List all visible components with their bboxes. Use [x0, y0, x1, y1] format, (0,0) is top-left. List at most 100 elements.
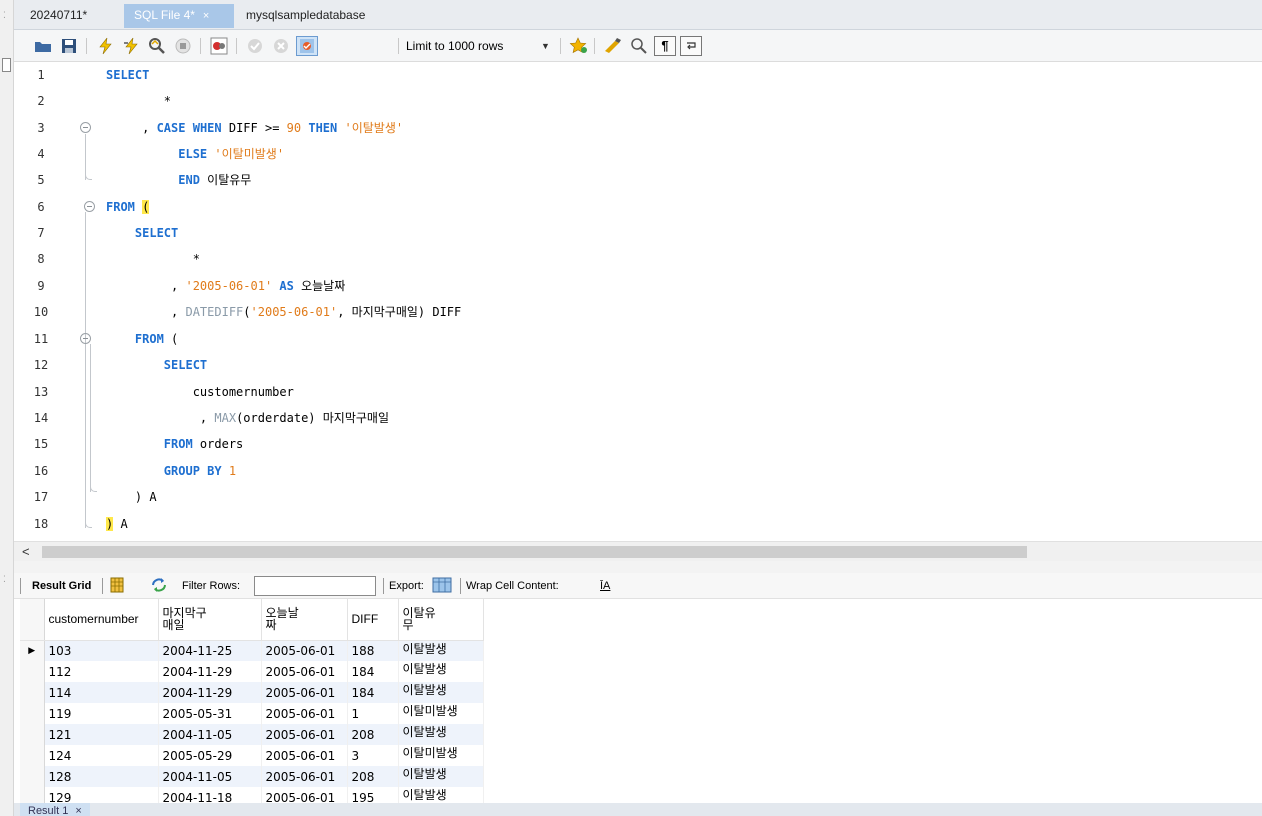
table-row[interactable]: 128 2004-11-05 2005-06-01 208 이탈발생 — [20, 766, 484, 787]
rollback-icon[interactable] — [270, 36, 292, 56]
table-cell[interactable]: 이탈발생 — [398, 640, 484, 661]
table-row[interactable]: 124 2005-05-29 2005-06-01 3 이탈미발생 — [20, 745, 484, 766]
table-row[interactable]: 121 2004-11-05 2005-06-01 208 이탈발생 — [20, 724, 484, 745]
table-cell[interactable]: 112 — [44, 661, 159, 682]
table-cell[interactable]: 2004-11-29 — [158, 682, 262, 703]
table-cell[interactable]: 114 — [44, 682, 159, 703]
table-cell[interactable]: 이탈미발생 — [398, 745, 484, 766]
wrap-cell-icon[interactable]: ĪA — [600, 579, 610, 593]
execute-icon[interactable] — [94, 36, 116, 56]
fold-toggle-icon[interactable] — [80, 122, 91, 133]
tab-result-1[interactable]: Result 1 × — [20, 803, 90, 816]
table-cell[interactable]: 2004-11-25 — [158, 640, 262, 661]
table-cell[interactable]: 2005-06-01 — [261, 724, 348, 745]
current-row-icon: ▶ — [20, 640, 45, 661]
invisible-chars-icon[interactable]: ¶ — [654, 36, 676, 56]
table-row[interactable]: 112 2004-11-29 2005-06-01 184 이탈발생 — [20, 661, 484, 682]
table-cell[interactable]: 119 — [44, 703, 159, 724]
pane-splitter[interactable] — [14, 561, 1262, 573]
commit-icon[interactable] — [244, 36, 266, 56]
table-cell[interactable]: 208 — [347, 766, 399, 787]
table-row[interactable]: ▶ 103 2004-11-25 2005-06-01 188 이탈발생 — [20, 640, 484, 661]
table-cell[interactable]: 2005-06-01 — [261, 640, 348, 661]
scrollbar-thumb[interactable] — [42, 546, 1027, 558]
line-number: 11 — [33, 332, 49, 346]
limit-rows-select[interactable]: Limit to 1000 rows — [406, 36, 503, 56]
tab-20240711[interactable]: 20240711* — [20, 4, 97, 28]
column-header[interactable]: 마지막구 매일 — [158, 599, 262, 641]
table-row[interactable]: 119 2005-05-31 2005-06-01 1 이탈미발생 — [20, 703, 484, 724]
table-cell[interactable]: 2004-11-29 — [158, 661, 262, 682]
table-cell[interactable]: 이탈미발생 — [398, 703, 484, 724]
open-folder-icon[interactable] — [32, 36, 54, 56]
table-cell[interactable]: 2005-05-31 — [158, 703, 262, 724]
table-cell[interactable]: 이탈발생 — [398, 766, 484, 787]
code-line: 7 SELECT — [14, 220, 1214, 246]
bookmark-star-icon[interactable] — [568, 36, 590, 56]
table-cell[interactable]: 128 — [44, 766, 159, 787]
tab-mysqlsampledatabase[interactable]: mysqlsampledatabase — [236, 4, 375, 28]
table-row[interactable]: 114 2004-11-29 2005-06-01 184 이탈발생 — [20, 682, 484, 703]
code-text: GROUP BY 1 — [163, 464, 237, 478]
close-icon[interactable]: × — [75, 805, 81, 816]
toolbar-divider — [594, 38, 595, 54]
toolbar-divider — [20, 578, 21, 594]
editor-horizontal-scrollbar[interactable]: < — [14, 541, 1262, 561]
table-cell[interactable]: 121 — [44, 724, 159, 745]
column-header[interactable]: 오늘날 짜 — [261, 599, 348, 641]
table-cell[interactable]: 1 — [347, 703, 399, 724]
column-header[interactable]: 이탈유 무 — [398, 599, 484, 641]
table-cell[interactable]: 이탈발생 — [398, 661, 484, 682]
chevron-down-icon[interactable]: ▼ — [541, 36, 550, 56]
toggle-error-icon[interactable] — [208, 36, 230, 56]
explain-icon[interactable] — [146, 36, 168, 56]
save-icon[interactable] — [58, 36, 80, 56]
wrap-icon[interactable] — [680, 36, 702, 56]
table-cell[interactable]: 이탈발생 — [398, 724, 484, 745]
table-cell[interactable]: 2005-06-01 — [261, 745, 348, 766]
table-cell[interactable]: 3 — [347, 745, 399, 766]
table-cell[interactable]: 2004-11-05 — [158, 766, 262, 787]
scroll-left-icon[interactable]: < — [22, 544, 30, 559]
fold-toggle-icon[interactable] — [80, 333, 91, 344]
filter-rows-input[interactable] — [254, 576, 376, 596]
toolbar-divider — [383, 578, 384, 594]
column-header[interactable]: customernumber — [44, 599, 159, 641]
table-cell[interactable]: 2004-11-05 — [158, 724, 262, 745]
table-cell[interactable]: 2005-06-01 — [261, 703, 348, 724]
column-header[interactable]: DIFF — [347, 599, 399, 641]
table-cell[interactable]: 188 — [347, 640, 399, 661]
table-cell[interactable]: 2005-06-01 — [261, 661, 348, 682]
code-line: 6 FROM ( — [14, 194, 1214, 220]
table-cell[interactable]: 124 — [44, 745, 159, 766]
stop-icon[interactable] — [172, 36, 194, 56]
table-cell[interactable]: 이탈발생 — [398, 682, 484, 703]
result-grid-button[interactable]: Result Grid — [32, 579, 91, 593]
export-icon[interactable] — [432, 576, 452, 598]
tab-sql-file-4[interactable]: SQL File 4* × — [124, 4, 234, 28]
code-line: 1 SELECT — [14, 62, 1214, 88]
sql-editor[interactable]: 1 SELECT 2 * 3 , CASE WHEN DIFF >= 90 TH… — [14, 62, 1262, 540]
autocommit-icon[interactable] — [296, 36, 318, 56]
table-cell[interactable]: 103 — [44, 640, 159, 661]
close-icon[interactable]: × — [203, 10, 209, 22]
refresh-icon[interactable] — [150, 577, 168, 597]
table-cell[interactable]: 2005-05-29 — [158, 745, 262, 766]
table-cell[interactable]: 2005-06-01 — [261, 766, 348, 787]
grid-layout-icon[interactable] — [110, 577, 124, 597]
table-cell[interactable]: 184 — [347, 682, 399, 703]
collapsed-panel-toggle[interactable] — [2, 58, 11, 72]
beautify-icon[interactable] — [602, 36, 624, 56]
find-icon[interactable] — [628, 36, 650, 56]
table-cell[interactable]: 208 — [347, 724, 399, 745]
execute-current-icon[interactable] — [120, 36, 142, 56]
table-cell[interactable]: 184 — [347, 661, 399, 682]
code-line: 2 * — [14, 88, 1214, 114]
code-line: 16 GROUP BY 1 — [14, 458, 1214, 484]
line-number: 4 — [37, 147, 45, 161]
fold-toggle-icon[interactable] — [84, 201, 95, 212]
code-text: END 이탈유무 — [178, 173, 252, 187]
result-toolbar: Result Grid Filter Rows: Export: Wrap Ce… — [14, 573, 1262, 599]
table-cell[interactable]: 2005-06-01 — [261, 682, 348, 703]
code-line: 14 , MAX(orderdate) 마지막구매일 — [14, 405, 1214, 431]
